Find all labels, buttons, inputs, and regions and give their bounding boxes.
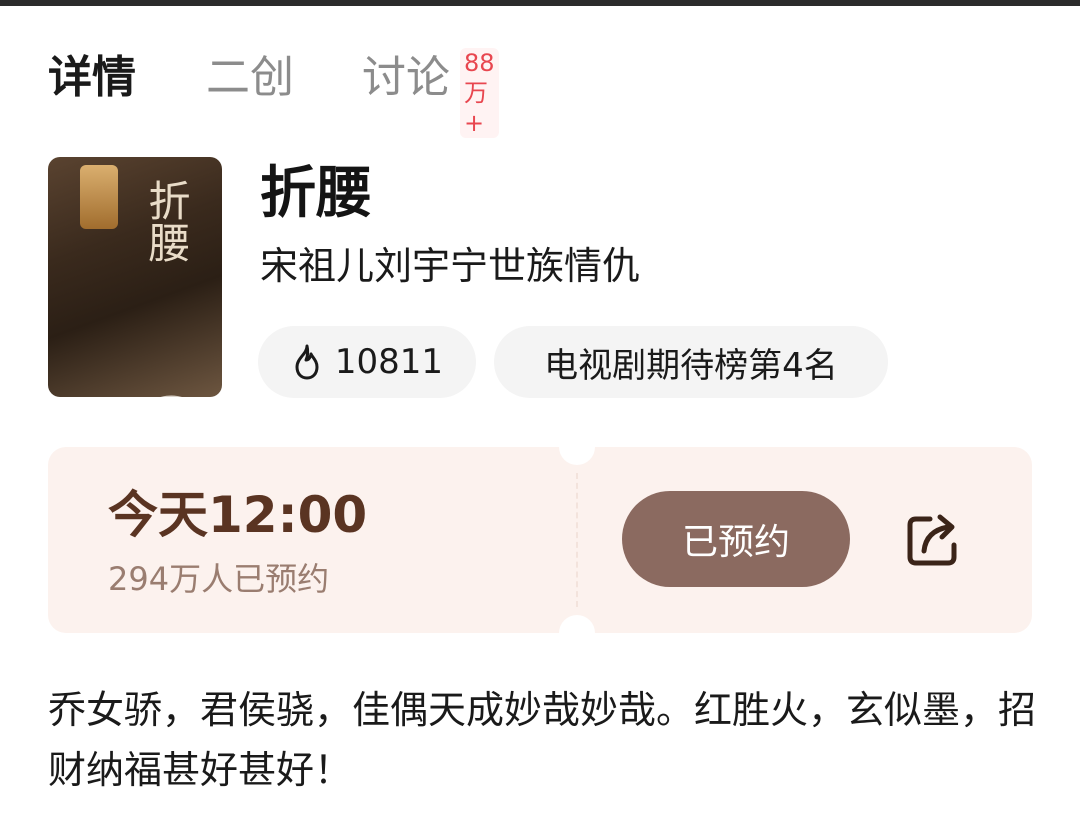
tab-details[interactable]: 详情 <box>48 40 136 116</box>
show-description: 乔女骄，君侯骁，佳偶天成妙哉妙哉。红胜火，玄似墨，招财纳福甚好甚好！ <box>48 688 1037 792</box>
show-title: 折腰 <box>260 161 372 226</box>
poster-figure-woman <box>115 385 215 397</box>
reservation-count: 294万人已预约 <box>108 560 330 598</box>
ticket-notch-top <box>559 429 595 465</box>
reserved-button[interactable]: 已预约 <box>622 491 850 587</box>
tab-discussion[interactable]: 讨论 <box>362 40 450 116</box>
rank-label: 电视剧期待榜第4名 <box>544 345 838 386</box>
ticket-perforation <box>576 473 578 607</box>
flame-icon <box>295 344 319 380</box>
discussion-count-badge: 88万+ <box>460 48 499 138</box>
status-bar-edge <box>0 0 1080 6</box>
poster-calligraphy: 折腰 <box>142 179 191 263</box>
rank-chip[interactable]: 电视剧期待榜第4名 <box>494 326 888 398</box>
poster-lamp <box>80 165 118 229</box>
release-time: 今天12:00 <box>108 486 368 544</box>
tab-creations[interactable]: 二创 <box>206 40 294 116</box>
heat-chip[interactable]: 10811 <box>258 326 476 398</box>
share-icon[interactable] <box>902 507 966 571</box>
booking-card: 今天12:00 294万人已预约 已预约 <box>48 429 1032 651</box>
show-subtitle: 宋祖儿刘宇宁世族情仇 <box>260 244 641 288</box>
poster-image[interactable]: 折腰 <box>48 157 222 397</box>
ticket-notch-bottom <box>559 615 595 651</box>
heat-value: 10811 <box>334 342 444 382</box>
